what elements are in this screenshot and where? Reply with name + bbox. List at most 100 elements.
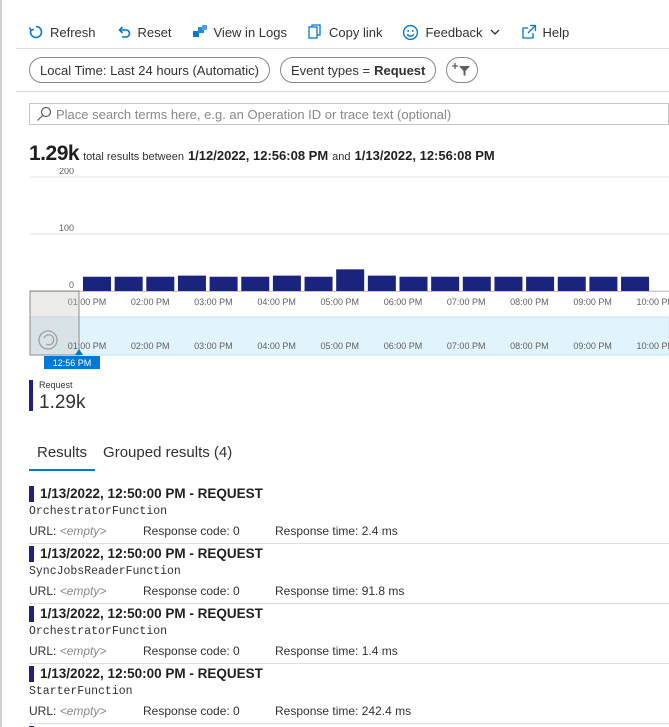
brush-tick-label: 10:00 PM	[637, 341, 669, 351]
x-tick-label: 09:00 PM	[573, 297, 612, 307]
undo-icon	[117, 26, 130, 38]
filter-divider	[16, 91, 669, 92]
result-row[interactable]: 1/13/2022, 12:50:00 PM - REQUEST Starter…	[29, 664, 669, 724]
event-types-pill[interactable]: Event types = Request	[279, 57, 437, 83]
request-marker	[29, 666, 34, 682]
search-icon	[37, 106, 52, 121]
request-histogram: 200 100 0 01:00 PM 02:00 PM 03:00 PM 04:00 PM…	[29, 168, 669, 369]
result-time: 1/13/2022, 12:50:00 PM	[40, 546, 186, 561]
result-url-value: <empty>	[59, 524, 107, 538]
range-end: 1/13/2022, 12:56:08 PM	[354, 148, 495, 163]
histogram-bar	[336, 269, 365, 291]
logs-icon	[192, 25, 207, 37]
histogram-bar	[241, 276, 270, 291]
result-separator: -	[189, 666, 194, 681]
histogram-bar	[557, 276, 586, 291]
tab-grouped-results[interactable]: Grouped results (4)	[95, 442, 240, 471]
histogram-bar	[209, 276, 238, 291]
result-url-label: URL:	[29, 584, 57, 598]
refresh-icon	[28, 25, 43, 39]
toolbar-divider	[16, 48, 669, 49]
result-header: 1/13/2022, 12:50:00 PM - REQUEST	[40, 666, 263, 681]
feedback-button[interactable]: Feedback	[402, 24, 500, 41]
result-url-value: <empty>	[59, 644, 107, 658]
results-tabs: Results Grouped results (4)	[29, 442, 240, 471]
add-filter-button[interactable]	[446, 57, 479, 83]
histogram-bar	[114, 276, 143, 291]
event-types-prefix: Event types =	[290, 62, 371, 78]
result-header: 1/13/2022, 12:50:00 PM - REQUEST	[40, 606, 263, 621]
result-time: 1/13/2022, 12:50:00 PM	[40, 486, 186, 501]
x-tick-label: 04:00 PM	[257, 297, 296, 307]
result-type: REQUEST	[197, 546, 263, 561]
x-axis: 01:00 PM 02:00 PM 03:00 PM 04:00 PM 05:00 PM…	[30, 291, 669, 307]
legend-label: Request	[39, 380, 73, 390]
search-input[interactable]	[56, 106, 668, 122]
result-row[interactable]: 1/13/2022, 12:50:00 PM - REQUEST Orchest…	[29, 604, 669, 664]
time-range-pill[interactable]: Local Time: Last 24 hours (Automatic)	[29, 57, 270, 83]
result-url: URL: <empty>	[29, 524, 106, 538]
copy-link-button[interactable]: Copy link	[307, 24, 382, 40]
result-separator: -	[189, 486, 194, 501]
result-time: 1/13/2022, 12:50:00 PM	[40, 606, 186, 621]
smiley-icon	[403, 24, 419, 40]
y-axis: 200 100 0	[59, 168, 74, 290]
legend-swatch	[29, 380, 33, 411]
request-marker	[29, 486, 34, 502]
result-time: 1/13/2022, 12:50:00 PM	[40, 666, 186, 681]
result-type: REQUEST	[197, 666, 263, 681]
range-start: 1/12/2022, 12:56:08 PM	[187, 148, 329, 163]
x-tick-label: 03:00 PM	[194, 297, 233, 307]
result-url: URL: <empty>	[29, 704, 106, 718]
chevron-down-icon	[490, 29, 500, 35]
summary-and: and	[332, 151, 351, 163]
histogram-bar	[589, 276, 618, 291]
results-list: 1/13/2022, 12:50:00 PM - REQUEST Orchest…	[29, 484, 669, 727]
result-response-code: Response code: 0	[143, 584, 240, 598]
x-tick-label: 10:00 PM	[637, 297, 669, 307]
result-operation-name: StarterFunction	[29, 685, 133, 698]
brush-tick-label: 07:00 PM	[447, 341, 486, 351]
result-operation-name: OrchestratorFunction	[29, 505, 168, 518]
x-tick-label: 05:00 PM	[321, 297, 360, 307]
result-url-label: URL:	[29, 644, 57, 658]
histogram-bar	[367, 275, 396, 291]
histogram-bar	[399, 276, 428, 291]
brush-tick-label: 09:00 PM	[573, 341, 612, 351]
copy-icon	[308, 24, 321, 39]
result-response-code: Response code: 0	[143, 704, 240, 718]
view-in-logs-button[interactable]: View in Logs	[192, 24, 287, 40]
filter-bar: Local Time: Last 24 hours (Automatic) Ev…	[29, 57, 479, 83]
result-type: REQUEST	[197, 486, 263, 501]
refresh-button[interactable]: Refresh	[28, 24, 96, 40]
y-tick-label: 100	[59, 223, 74, 233]
view-in-logs-label: View in Logs	[213, 24, 287, 40]
result-operation-name: OrchestratorFunction	[29, 625, 168, 638]
result-url: URL: <empty>	[29, 644, 106, 658]
tab-results[interactable]: Results	[29, 442, 96, 471]
brush-tick-label: 05:00 PM	[321, 341, 360, 351]
result-url-value: <empty>	[59, 584, 107, 598]
brush-time-label: 12:56 PM	[53, 358, 92, 368]
y-tick-label: 200	[59, 168, 74, 176]
refresh-label: Refresh	[50, 24, 96, 40]
x-tick-label: 07:00 PM	[447, 297, 486, 307]
histogram-bar	[526, 276, 555, 291]
result-row[interactable]: 1/13/2022, 12:50:00 PM - REQUEST SyncJob…	[29, 544, 669, 604]
result-url: URL: <empty>	[29, 584, 106, 598]
reset-label: Reset	[137, 24, 172, 40]
x-tick-label: 02:00 PM	[131, 297, 170, 307]
result-url-label: URL:	[29, 704, 57, 718]
total-count: 1.29k	[29, 142, 80, 165]
result-response-code: Response code: 0	[143, 644, 240, 658]
result-separator: -	[189, 606, 194, 621]
results-summary: 1.29k total results between 1/12/2022, 1…	[29, 142, 495, 166]
request-marker	[29, 606, 34, 622]
result-header: 1/13/2022, 12:50:00 PM - REQUEST	[40, 486, 263, 501]
result-row[interactable]: 1/13/2022, 12:50:00 PM - REQUEST Orchest…	[29, 484, 669, 544]
reset-button[interactable]: Reset	[116, 24, 172, 40]
external-link-icon	[521, 24, 536, 39]
time-range-label: Local Time: Last 24 hours (Automatic)	[40, 62, 259, 78]
legend-value: 1.29k	[39, 392, 86, 413]
help-button[interactable]: Help	[521, 24, 569, 40]
